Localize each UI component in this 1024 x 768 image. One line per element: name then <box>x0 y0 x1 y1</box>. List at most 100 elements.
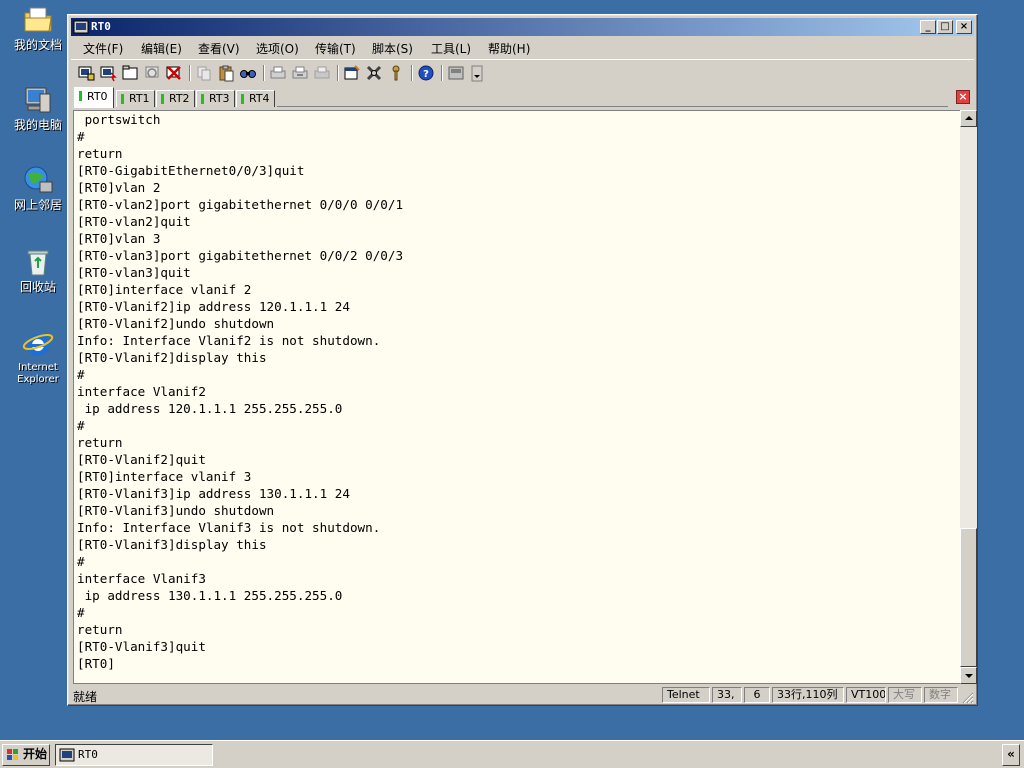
minimize-icon: _ <box>925 21 931 32</box>
toolbar-separator <box>337 65 339 81</box>
tab-label: RT4 <box>249 92 270 105</box>
menu-file[interactable]: 文件(F) <box>83 40 123 57</box>
desktop-icon-my-computer[interactable]: 我的电脑 <box>4 84 72 132</box>
terminal-line: [RT0-GigabitEthernet0/0/3]quit <box>77 163 305 178</box>
terminal-line: [RT0-Vlanif3]ip address 130.1.1.1 24 <box>77 486 350 501</box>
quick-connect-icon[interactable] <box>99 64 117 82</box>
tab-label: RT0 <box>87 90 108 103</box>
desktop-icon-label: 回收站 <box>19 280 56 294</box>
status-size: 33行,110列 <box>772 687 844 703</box>
reconnect-icon[interactable] <box>143 64 161 82</box>
terminal-line: [RT0-Vlanif2]display this <box>77 350 267 365</box>
terminal-line: [RT0]vlan 2 <box>77 180 161 195</box>
terminal-line: [RT0]interface vlanif 3 <box>77 469 252 484</box>
recycle-bin-icon <box>27 250 49 276</box>
window-title: RT0 <box>91 20 111 33</box>
tab-label: RT3 <box>209 92 230 105</box>
status-text: 就绪 <box>73 690 98 704</box>
key-icon[interactable] <box>387 64 405 82</box>
close-button[interactable]: × <box>956 20 972 34</box>
computer-icon <box>25 87 51 113</box>
securecrt-window: RT0 _ □ × 文件(F) 编辑(E) 查看(V) 选项(O) 传输(T) 脚本… <box>67 14 978 706</box>
help-icon[interactable]: ? <box>417 64 435 82</box>
arrow-down-icon <box>965 674 973 678</box>
tab-label: RT2 <box>169 92 190 105</box>
tab-rt3[interactable]: RT3 <box>196 90 235 107</box>
desktop-icon-internet-explorer[interactable]: Internet Explorer <box>4 328 72 386</box>
terminal-line: interface Vlanif3 <box>77 571 206 586</box>
network-icon <box>24 166 53 193</box>
session-tab-bar: RT0 RT1 RT2 RT3 RT4 × <box>71 87 974 109</box>
menu-options[interactable]: 选项(O) <box>256 40 299 57</box>
terminal-line: return <box>77 146 123 161</box>
scroll-down-button[interactable] <box>960 667 977 684</box>
resize-grip-icon[interactable] <box>960 690 974 704</box>
terminal-line: # <box>77 418 85 433</box>
scroll-up-button[interactable] <box>960 110 977 127</box>
copy-icon[interactable] <box>195 64 213 82</box>
connect-icon[interactable] <box>77 64 95 82</box>
print-setup-icon[interactable] <box>313 64 331 82</box>
tab-divider <box>277 106 948 107</box>
terminal-line: # <box>77 554 85 569</box>
status-protocol: Telnet <box>662 687 710 703</box>
keymap-icon[interactable] <box>447 64 465 82</box>
find-icon[interactable] <box>239 64 257 82</box>
tray-expand-button[interactable]: « <box>1002 744 1020 766</box>
taskbar-window-rt0[interactable]: RT0 <box>55 744 213 766</box>
toolbar-separator <box>411 65 413 81</box>
menu-tools[interactable]: 工具(L) <box>431 40 471 57</box>
maximize-button[interactable]: □ <box>937 20 953 34</box>
session-options-icon[interactable] <box>343 64 361 82</box>
menu-script[interactable]: 脚本(S) <box>372 40 413 57</box>
menu-transfer[interactable]: 传输(T) <box>315 40 356 57</box>
terminal-line: return <box>77 435 123 450</box>
desktop-icon-my-documents[interactable]: 我的文档 <box>4 4 72 52</box>
terminal-line: [RT0-Vlanif3]undo shutdown <box>77 503 275 518</box>
desktop-icon-recycle-bin[interactable]: 回收站 <box>4 246 72 294</box>
status-terminal-type: VT100 <box>846 687 886 703</box>
tab-rt2[interactable]: RT2 <box>156 90 195 107</box>
terminal-lines: portswitch # return [RT0-GigabitEthernet0/0… <box>77 111 403 672</box>
print-selection-icon[interactable] <box>291 64 309 82</box>
menu-edit[interactable]: 编辑(E) <box>141 40 182 57</box>
taskbar-window-label: RT0 <box>78 748 98 761</box>
paste-icon[interactable] <box>217 64 235 82</box>
status-num-lock: 数字 <box>924 687 958 703</box>
minimize-button[interactable]: _ <box>920 20 936 34</box>
terminal-line: portswitch <box>77 112 161 127</box>
tab-label: RT1 <box>129 92 150 105</box>
double-chevron-left-icon: « <box>1007 747 1015 761</box>
print-icon[interactable] <box>269 64 287 82</box>
toolbar: ? <box>71 59 974 86</box>
folder-icon <box>24 7 52 32</box>
terminal-line: [RT0]vlan 3 <box>77 231 161 246</box>
status-bar: 就绪 Telnet 33, 6 33行,110列 VT100 大写 数字 <box>71 686 974 704</box>
vertical-scrollbar[interactable] <box>960 110 977 684</box>
toolbar-overflow-icon[interactable] <box>471 64 483 82</box>
terminal-line: [RT0-Vlanif3]display this <box>77 537 267 552</box>
start-button[interactable]: 开始 <box>2 744 50 766</box>
terminal-line: [RT0-Vlanif2]quit <box>77 452 206 467</box>
terminal-app-icon <box>73 20 89 34</box>
terminal-output[interactable]: portswitch # return [RT0-GigabitEthernet0/0… <box>73 110 961 684</box>
desktop-icon-network-places[interactable]: 网上邻居 <box>4 164 72 212</box>
terminal-line: ip address 130.1.1.1 255.255.255.0 <box>77 588 343 603</box>
desktop-icon-label: 我的文档 <box>13 38 62 52</box>
title-bar[interactable]: RT0 _ □ × <box>71 18 974 36</box>
menu-help[interactable]: 帮助(H) <box>488 40 530 57</box>
terminal-line: # <box>77 605 85 620</box>
terminal-line: Info: Interface Vlanif3 is not shutdown. <box>77 520 381 535</box>
menu-view[interactable]: 查看(V) <box>198 40 240 57</box>
scrollbar-thumb[interactable] <box>960 528 977 667</box>
connect-in-tab-icon[interactable] <box>121 64 139 82</box>
disconnect-icon[interactable] <box>165 64 183 82</box>
terminal-line: [RT0-vlan3]port gigabitethernet 0/0/2 0/… <box>77 248 404 263</box>
tab-rt0[interactable]: RT0 <box>74 87 114 108</box>
close-tab-button[interactable]: × <box>956 90 970 104</box>
arrow-up-icon <box>965 116 973 120</box>
tab-rt1[interactable]: RT1 <box>116 90 155 107</box>
global-options-icon[interactable] <box>365 64 383 82</box>
tab-rt4[interactable]: RT4 <box>236 90 275 107</box>
terminal-line: ip address 120.1.1.1 255.255.255.0 <box>77 401 343 416</box>
